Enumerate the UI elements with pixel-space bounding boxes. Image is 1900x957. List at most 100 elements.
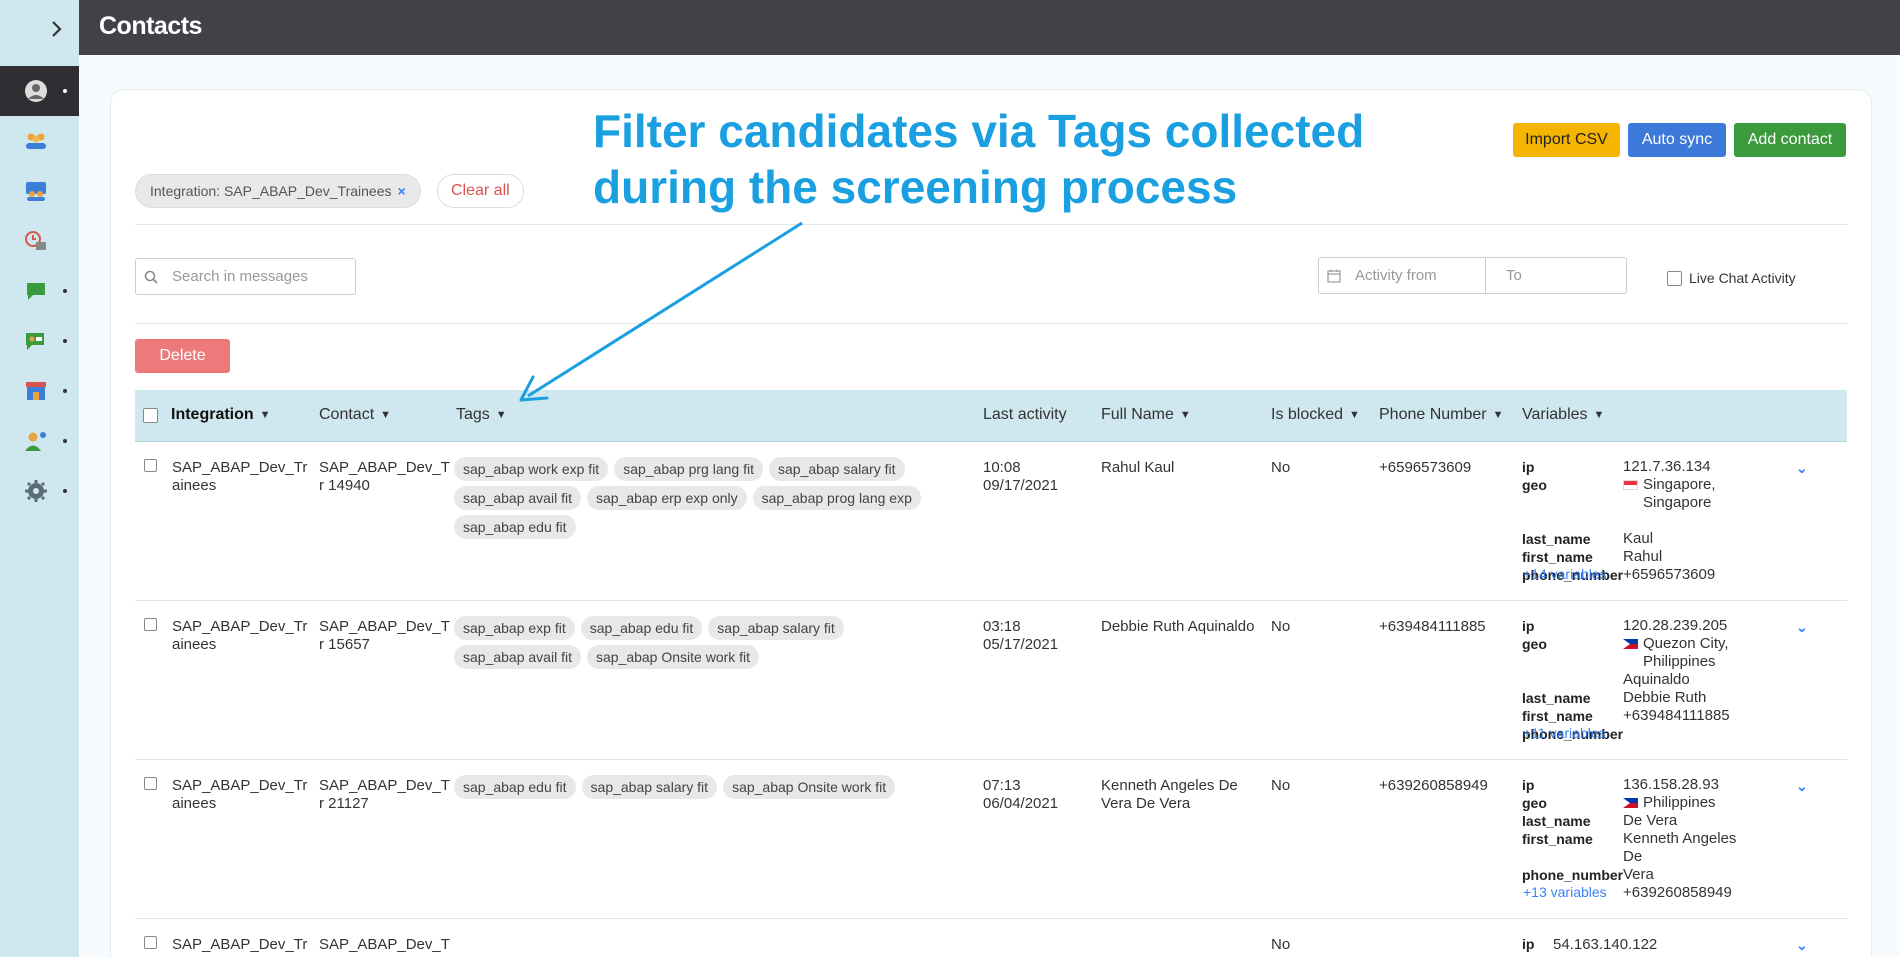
full-name-cell: Debbie Ruth Aquinaldo: [1101, 618, 1255, 635]
avatar-icon: [25, 80, 47, 102]
contact-cell[interactable]: SAP_ABAP_Dev_T r 15657: [319, 618, 450, 654]
expand-row-chevron-icon[interactable]: ⌄: [1796, 460, 1808, 477]
tag[interactable]: sap_abap erp exp only: [586, 486, 747, 510]
tag[interactable]: sap_abap exp fit: [454, 616, 575, 640]
integration-cell: SAP_ABAP_Dev_Tr ainees: [172, 459, 308, 494]
expand-row-chevron-icon[interactable]: ⌄: [1796, 619, 1808, 636]
remove-filter-icon[interactable]: ×: [398, 183, 406, 199]
column-header-integration[interactable]: Integration ▼: [171, 406, 271, 424]
contact-cell[interactable]: SAP_ABAP_Dev_T r 14940: [319, 459, 450, 495]
sidebar: [0, 0, 79, 957]
tag[interactable]: sap_abap Onsite work fit: [586, 645, 760, 669]
tag[interactable]: sap_abap edu fit: [454, 775, 576, 799]
tags-cell: sap_abap exp fit sap_abap edu fit sap_ab…: [454, 616, 964, 669]
divider: [135, 224, 1847, 225]
sidebar-item-store[interactable]: [0, 366, 79, 416]
expand-row-chevron-icon[interactable]: ⌄: [1796, 778, 1808, 795]
variable-keys: ip geo last_name first_name phone_number: [1522, 777, 1624, 883]
tag[interactable]: sap_abap salary fit: [581, 775, 718, 799]
variable-values: 136.158.28.93 Philippines De Vera Kennet…: [1623, 776, 1737, 901]
search-placeholder: Search in messages: [172, 268, 308, 285]
contact-cell[interactable]: SAP_ABAP_Dev_T r 21127: [319, 777, 450, 813]
philippines-flag-icon: [1623, 639, 1638, 650]
sidebar-toggle-button[interactable]: [0, 0, 79, 57]
delete-button[interactable]: Delete: [135, 339, 230, 373]
tag[interactable]: sap_abap salary fit: [768, 457, 905, 481]
tag[interactable]: sap_abap edu fit: [580, 616, 703, 640]
row-checkbox[interactable]: [144, 459, 157, 472]
sidebar-item-contacts[interactable]: [0, 116, 79, 166]
add-contact-button[interactable]: Add contact: [1734, 123, 1846, 157]
row-checkbox[interactable]: [144, 936, 157, 949]
tag[interactable]: sap_abap avail fit: [454, 645, 581, 669]
sidebar-item-live-chat[interactable]: [0, 316, 79, 366]
is-blocked-cell: No: [1271, 936, 1291, 953]
activity-to-placeholder: To: [1506, 267, 1522, 284]
last-activity-cell: 03:18 05/17/2021: [983, 618, 1059, 653]
tags-cell: sap_abap work exp fit sap_abap prg lang …: [454, 457, 964, 539]
more-variables-link[interactable]: +13 variables: [1523, 884, 1607, 900]
sidebar-item-schedule[interactable]: [0, 216, 79, 266]
live-chat-icon: [26, 333, 44, 350]
column-header-last-activity[interactable]: Last activity: [983, 406, 1067, 424]
variable-values: 120.28.239.205 Quezon City, Philippines …: [1623, 617, 1730, 724]
column-header-variables[interactable]: Variables ▼: [1522, 406, 1604, 424]
row-checkbox[interactable]: [144, 777, 157, 790]
column-header-is-blocked[interactable]: Is blocked ▼: [1271, 406, 1360, 424]
sidebar-item-profile[interactable]: [0, 66, 79, 116]
chevron-down-icon: ▼: [1179, 409, 1191, 421]
calendar-icon: [1327, 269, 1341, 283]
select-all-checkbox[interactable]: [143, 408, 158, 423]
sidebar-item-team[interactable]: [0, 166, 79, 216]
table-row[interactable]: SAP_ABAP_Dev_Tr ainees SAP_ABAP_Dev_T r 21…: [135, 760, 1847, 919]
divider: [135, 323, 1847, 324]
filter-chip-label: Integration: SAP_ABAP_Dev_Trainees: [150, 183, 392, 199]
contact-cell[interactable]: SAP_ABAP_Dev_T: [319, 936, 450, 954]
chevron-right-icon: [52, 20, 62, 37]
tag[interactable]: sap_abap prog lang exp: [752, 486, 921, 510]
sidebar-item-agents[interactable]: [0, 416, 79, 466]
filter-chip-integration[interactable]: Integration: SAP_ABAP_Dev_Trainees ×: [135, 174, 421, 208]
column-header-phone-number[interactable]: Phone Number ▼: [1379, 406, 1504, 424]
is-blocked-cell: No: [1271, 618, 1291, 635]
phone-cell: +639260858949: [1379, 777, 1488, 794]
auto-sync-button[interactable]: Auto sync: [1628, 123, 1726, 157]
last-activity-cell: 10:08 09/17/2021: [983, 459, 1059, 494]
search-input[interactable]: Search in messages: [135, 258, 356, 295]
chevron-down-icon: ▼: [495, 409, 507, 421]
search-icon: [144, 270, 158, 284]
activity-from-field[interactable]: Activity from: [1319, 258, 1486, 293]
singapore-flag-icon: [1623, 480, 1638, 491]
more-variables-link[interactable]: +14 variables: [1523, 566, 1607, 582]
agent-icon: [25, 432, 46, 451]
table-row[interactable]: SAP_ABAP_Dev_Tr ainees SAP_ABAP_Dev_T r 14…: [135, 442, 1847, 601]
tag[interactable]: sap_abap prg lang fit: [614, 457, 763, 481]
sidebar-item-chat[interactable]: [0, 266, 79, 316]
tag[interactable]: sap_abap Onsite work fit: [723, 775, 896, 799]
tag[interactable]: sap_abap salary fit: [708, 616, 844, 640]
import-csv-button[interactable]: Import CSV: [1513, 123, 1620, 157]
live-chat-checkbox[interactable]: [1667, 270, 1682, 286]
variable-values: 54.163.140.122: [1553, 936, 1658, 953]
table-row[interactable]: SAP_ABAP_Dev_Tr ainees SAP_ABAP_Dev_T r 15…: [135, 601, 1847, 760]
row-checkbox[interactable]: [144, 618, 157, 631]
tag[interactable]: sap_abap work exp fit: [454, 457, 609, 481]
full-name-cell: Rahul Kaul: [1101, 459, 1175, 476]
more-variables-link[interactable]: +11 variables: [1523, 725, 1606, 741]
tag[interactable]: sap_abap avail fit: [454, 486, 581, 510]
column-header-tags[interactable]: Tags ▼: [456, 406, 507, 424]
table-row[interactable]: SAP_ABAP_Dev_Tr SAP_ABAP_Dev_T No ip 54.…: [135, 919, 1847, 957]
live-chat-activity-filter[interactable]: Live Chat Activity: [1667, 270, 1796, 286]
tag[interactable]: sap_abap edu fit: [454, 515, 576, 539]
activity-from-placeholder: Activity from: [1355, 267, 1437, 284]
expand-row-chevron-icon[interactable]: ⌄: [1796, 937, 1808, 954]
column-header-full-name[interactable]: Full Name ▼: [1101, 406, 1191, 424]
clear-all-button[interactable]: Clear all: [437, 174, 524, 208]
sidebar-item-settings[interactable]: [0, 466, 79, 516]
chevron-down-icon: ▼: [1492, 409, 1504, 421]
gear-icon: [25, 480, 47, 502]
activity-to-field[interactable]: To: [1486, 258, 1626, 293]
is-blocked-cell: No: [1271, 459, 1291, 476]
column-header-contact[interactable]: Contact ▼: [319, 406, 391, 424]
team-icon: [26, 182, 46, 201]
